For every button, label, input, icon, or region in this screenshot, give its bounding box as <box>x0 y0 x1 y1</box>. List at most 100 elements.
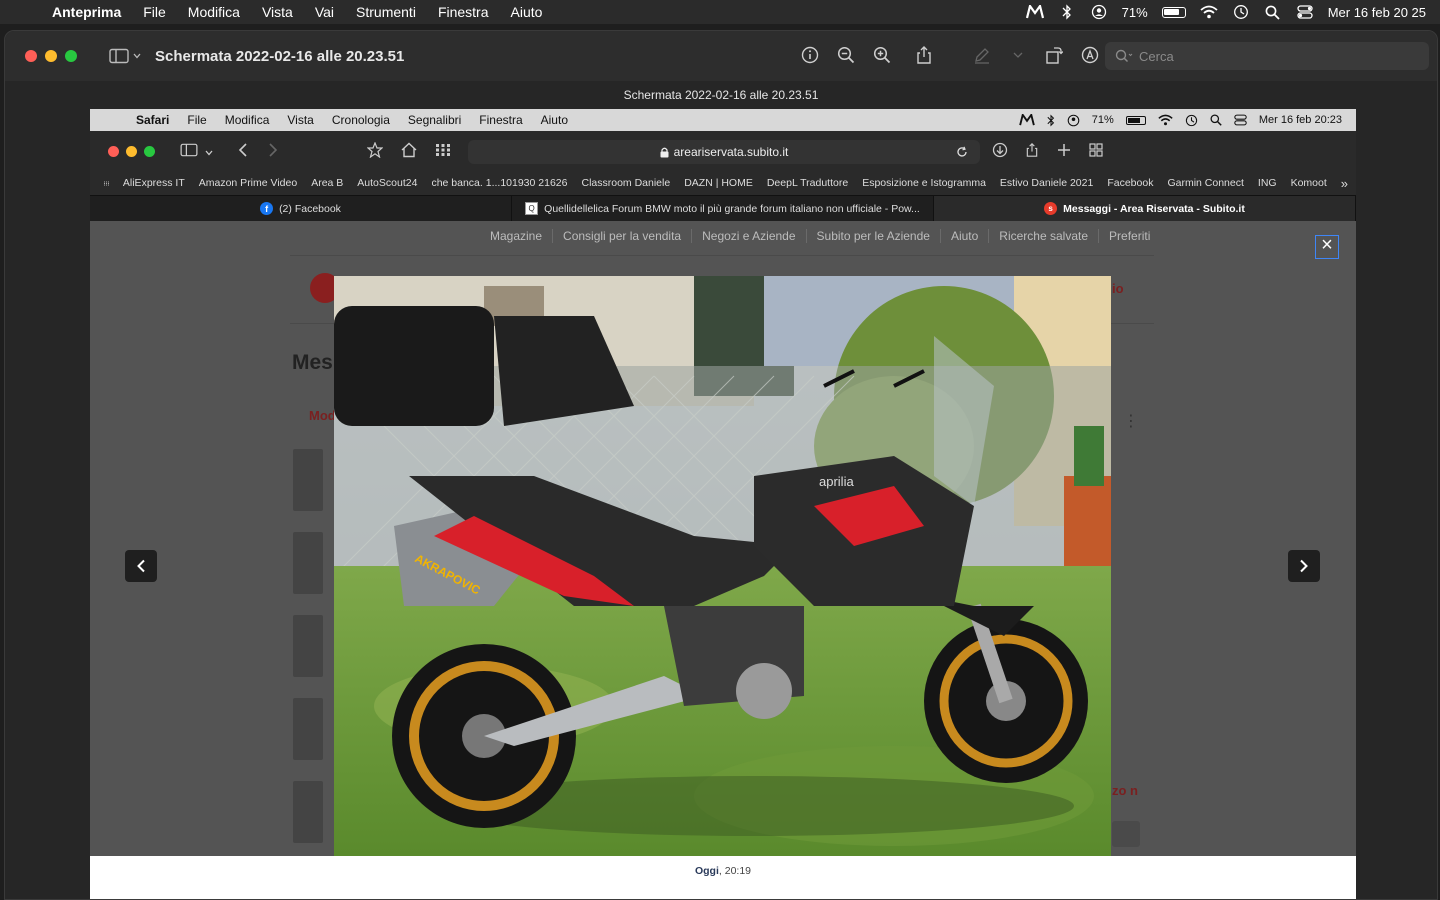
menu-finestra[interactable]: Finestra <box>427 4 500 20</box>
lock-icon <box>660 147 669 157</box>
site-nav: Magazine Consigli per la vendita Negozi … <box>480 229 1160 243</box>
bluetooth-icon <box>1047 113 1054 127</box>
menu-modifica[interactable]: Modifica <box>177 4 251 20</box>
preview-toolbar: Schermata 2022-02-16 alle 20.23.51 Cerca <box>5 31 1437 81</box>
menu-vista[interactable]: Vista <box>251 4 304 20</box>
menu-strumenti[interactable]: Strumenti <box>345 4 427 20</box>
inner-menu-segnalibri: Segnalibri <box>407 113 462 127</box>
safari-window: areariservata.subito.it AliExpress IT Am… <box>90 131 1356 899</box>
ghost-button <box>1112 821 1140 847</box>
tab-facebook: f (2) Facebook <box>90 196 512 221</box>
tab-subito: s Messaggi - Area Riservata - Subito.it <box>934 196 1356 221</box>
bookmark-item: DAZN | HOME <box>684 177 753 189</box>
control-center-icon[interactable] <box>1296 4 1314 20</box>
bookmarks-bar: AliExpress IT Amazon Prime Video Area B … <box>90 171 1356 195</box>
search-placeholder: Cerca <box>1139 48 1174 64</box>
home-icon <box>399 142 419 161</box>
nav-negozi: Negozi e Aziende <box>692 229 807 243</box>
battery-icon[interactable] <box>1161 6 1186 18</box>
chevron-down-icon[interactable] <box>1008 45 1028 65</box>
caption-time: , 20:19 <box>718 865 752 877</box>
safari-zoom-button <box>144 145 155 157</box>
share-icon <box>1022 142 1042 161</box>
bookmark-item: AliExpress IT <box>122 177 185 189</box>
m-app-icon <box>1019 114 1035 126</box>
share-icon[interactable] <box>914 45 934 65</box>
list-item-thumb <box>293 698 323 760</box>
m-app-icon[interactable] <box>1025 4 1044 20</box>
user-icon <box>1067 114 1080 126</box>
time-machine-icon <box>1185 114 1197 126</box>
lightbox-caption: Oggi, 20:19 <box>90 856 1356 899</box>
divider <box>290 255 1154 256</box>
lightbox-close-button[interactable]: × <box>1315 235 1339 259</box>
bookmark-item: DeepL Traduttore <box>766 177 849 189</box>
menu-aiuto[interactable]: Aiuto <box>500 4 554 20</box>
battery-percent: 71% <box>1121 4 1148 20</box>
safari-toolbar: areariservata.subito.it <box>90 131 1356 171</box>
safari-close-button <box>108 145 119 157</box>
inner-menubar: Safari File Modifica Vista Cronologia Se… <box>90 109 1356 131</box>
close-window-button[interactable] <box>25 50 37 62</box>
info-icon[interactable] <box>800 45 820 65</box>
menu-file[interactable]: File <box>132 4 177 20</box>
zoom-window-button[interactable] <box>65 50 77 62</box>
search-field[interactable]: Cerca <box>1105 42 1429 70</box>
bluetooth-icon[interactable] <box>1058 4 1076 20</box>
rotate-icon[interactable] <box>1044 45 1064 65</box>
nav-ricerche-salvate: Ricerche salvate <box>989 229 1100 243</box>
new-tab-icon <box>1054 143 1074 160</box>
list-item-thumb <box>293 532 323 594</box>
bookmark-item: che banca. 1...101930 21626 <box>431 177 568 189</box>
tab-overview-icon <box>1086 142 1106 160</box>
list-item-thumb <box>293 449 323 511</box>
inner-battery-percent: 71% <box>1091 114 1114 126</box>
page-title: Mes <box>292 351 333 374</box>
wifi-icon <box>1158 114 1173 126</box>
inner-menu-finestra: Finestra <box>479 113 523 127</box>
sidebar-icon <box>179 143 199 160</box>
bookmark-item: AutoScout24 <box>357 177 418 189</box>
bookmark-item: Classroom Daniele <box>581 177 671 189</box>
more-icon: ⋮ <box>1123 413 1139 430</box>
chevron-left-icon <box>137 559 145 573</box>
app-menu[interactable]: Anteprima <box>52 4 132 20</box>
safari-window-controls <box>108 145 155 157</box>
nav-consigli: Consigli per la vendita <box>553 229 693 243</box>
reload-icon <box>957 146 967 157</box>
apps-grid-icon <box>104 180 109 186</box>
bookmark-item: Esposizione e Istogramma <box>862 177 986 189</box>
menu-vai[interactable]: Vai <box>304 4 345 20</box>
time-machine-icon[interactable] <box>1232 4 1250 20</box>
forum-favicon-icon: Q <box>525 202 539 215</box>
web-page: Magazine Consigli per la vendita Negozi … <box>90 221 1356 899</box>
lightbox-prev-button[interactable] <box>125 550 157 582</box>
spotlight-icon[interactable] <box>1264 4 1282 20</box>
bookmark-item: ING <box>1257 177 1277 189</box>
bookmark-item: Area B <box>311 177 344 189</box>
minimize-window-button[interactable] <box>45 50 57 62</box>
user-icon[interactable] <box>1090 4 1108 20</box>
safari-minimize-button <box>126 145 137 157</box>
search-icon <box>1115 49 1133 63</box>
screenshot-image: Safari File Modifica Vista Cronologia Se… <box>90 109 1356 899</box>
zoom-out-icon[interactable] <box>836 45 856 65</box>
zoom-in-icon[interactable] <box>872 45 892 65</box>
url-text: areariservata.subito.it <box>673 145 789 159</box>
annotate-icon[interactable] <box>1080 45 1100 65</box>
lightbox-next-button[interactable] <box>1288 550 1320 582</box>
preview-tools <box>800 45 1100 65</box>
ghost-tab: Mod <box>309 408 336 423</box>
sidebar-toggle-button[interactable] <box>109 48 141 64</box>
bookmark-item: Garmin Connect <box>1167 177 1244 189</box>
chevron-right-icon <box>1300 559 1308 573</box>
system-menubar: Anteprima File Modifica Vista Vai Strume… <box>0 0 1440 24</box>
back-icon <box>233 142 253 160</box>
window-title: Schermata 2022-02-16 alle 20.23.51 <box>155 47 405 65</box>
wifi-icon[interactable] <box>1200 4 1218 20</box>
markup-pen-icon[interactable] <box>972 45 992 65</box>
nav-aiuto: Aiuto <box>941 229 990 243</box>
bookmark-item: Estivo Daniele 2021 <box>999 177 1094 189</box>
document-title: Schermata 2022-02-16 alle 20.23.51 <box>5 81 1437 109</box>
clock[interactable]: Mer 16 feb 20 25 <box>1328 5 1426 20</box>
